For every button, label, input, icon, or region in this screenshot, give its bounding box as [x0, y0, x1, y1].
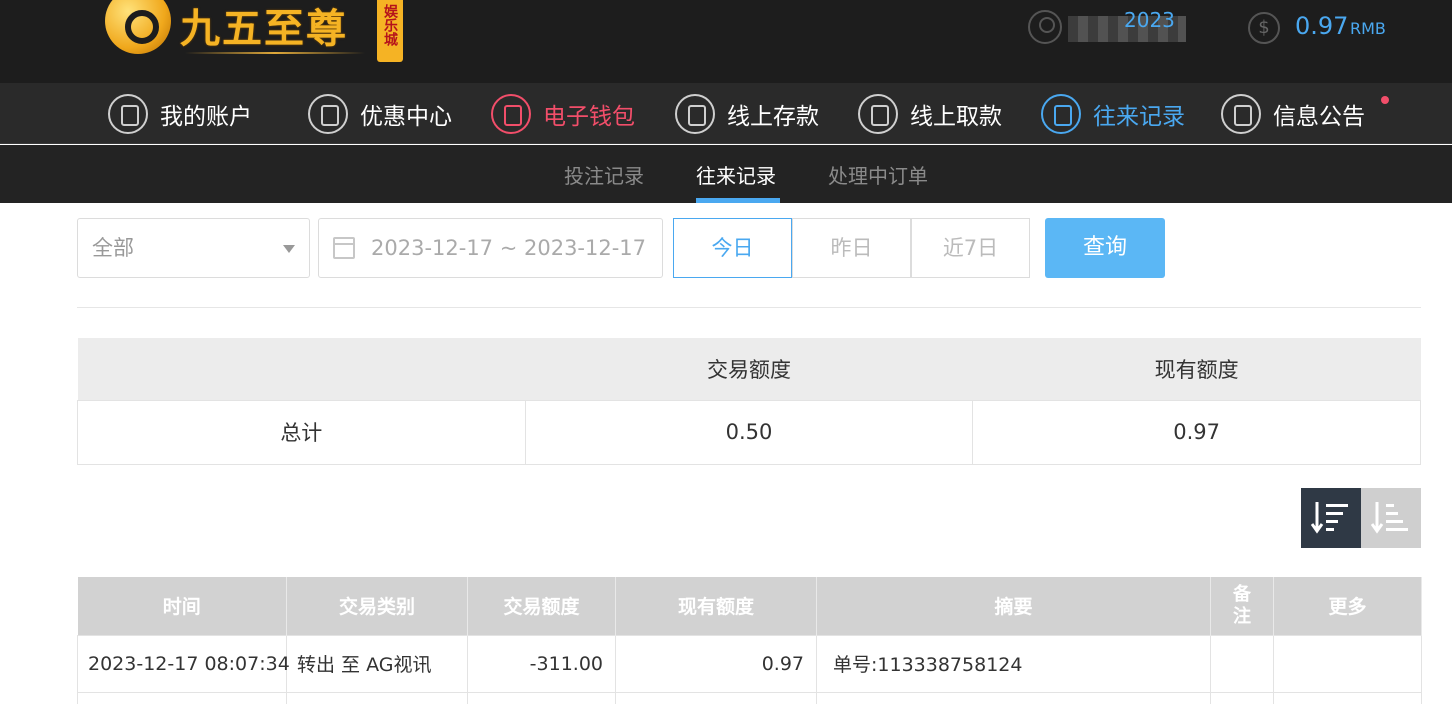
cell-empty — [77, 691, 287, 704]
summary-header — [77, 338, 526, 400]
date-range-input[interactable]: 2023-12-17 ~ 2023-12-17 — [318, 218, 663, 278]
cell-more[interactable] — [1273, 634, 1422, 693]
cell-amount: -311.00 — [467, 634, 616, 693]
site-logo[interactable]: 九五至尊 娱乐城 — [105, 0, 405, 66]
nav-deposit[interactable]: 线上存款 — [675, 92, 819, 136]
summary-header: 现有额度 — [972, 338, 1421, 400]
user-avatar-icon — [1028, 10, 1062, 44]
balance-value: 0.97 — [1295, 12, 1349, 40]
summary-row: 总计 0.50 0.97 — [77, 399, 1421, 465]
logo-text: 九五至尊 — [180, 5, 348, 52]
yesterday-button[interactable]: 昨日 — [792, 218, 911, 278]
calendar-icon — [333, 237, 355, 259]
nav-promotions[interactable]: 优惠中心 — [308, 92, 452, 136]
nav-label: 往来记录 — [1093, 104, 1185, 130]
main-nav: 我的账户 优惠中心 电子钱包 线上存款 线上取款 往来记录 信息公告 — [0, 83, 1452, 144]
withdraw-icon — [858, 94, 898, 134]
records-header-row: 时间 交易类别 交易额度 现有额度 摘要 备注 更多 — [77, 577, 1422, 635]
active-tab-indicator — [696, 198, 780, 203]
col-time[interactable]: 时间 — [77, 577, 287, 635]
logo-tag: 娱乐城 — [377, 0, 403, 62]
date-range-value: 2023-12-17 ~ 2023-12-17 — [371, 236, 647, 260]
username-text: 2023 — [1124, 8, 1175, 32]
deposit-icon — [675, 94, 715, 134]
cell-type: 转出 至 AG视讯 — [286, 634, 468, 693]
cell-time: 2023-12-17 08:07:34 — [77, 634, 290, 693]
tab-transaction-records[interactable]: 往来记录 — [696, 160, 776, 189]
user-icon — [108, 94, 148, 134]
last-7-days-button[interactable]: 近7日 — [911, 218, 1030, 278]
table-row[interactable]: 2023-12-17 08:07:34 转出 至 AG视讯 -311.00 0.… — [77, 634, 1422, 693]
chevron-down-icon — [283, 245, 295, 253]
type-select-value: 全部 — [92, 236, 134, 260]
cell-empty — [1210, 691, 1274, 704]
nav-e-wallet[interactable]: 电子钱包 — [491, 92, 635, 136]
divider — [77, 307, 1421, 308]
top-header: 九五至尊 娱乐城 2023 $ 0.97 RMB — [0, 0, 1452, 83]
bell-icon — [1221, 94, 1261, 134]
search-button[interactable]: 查询 — [1045, 218, 1165, 278]
summary-header: 交易额度 — [525, 338, 973, 400]
nav-announcements[interactable]: 信息公告 — [1221, 92, 1365, 136]
summary-header-row: 交易额度 现有额度 — [77, 338, 1421, 400]
tab-bet-records[interactable]: 投注记录 — [564, 160, 644, 189]
cell-empty — [816, 691, 1211, 704]
dollar-icon: $ — [1248, 12, 1280, 44]
balance-currency: RMB — [1350, 19, 1386, 38]
nav-records[interactable]: 往来记录 — [1041, 92, 1185, 136]
cell-empty — [1273, 691, 1422, 704]
nav-label: 线上取款 — [910, 104, 1002, 130]
cell-balance: 0.97 — [615, 634, 817, 693]
sub-nav: 投注记录 往来记录 处理中订单 — [0, 145, 1452, 203]
nav-label: 电子钱包 — [543, 104, 635, 130]
logo-ornament — [185, 52, 365, 54]
table-row[interactable] — [77, 691, 1422, 704]
notification-dot — [1381, 96, 1389, 104]
sort-desc-icon — [1311, 502, 1348, 534]
summary-label: 总计 — [77, 399, 526, 465]
tab-pending-orders[interactable]: 处理中订单 — [828, 160, 928, 189]
nav-label: 优惠中心 — [360, 104, 452, 130]
col-summary[interactable]: 摘要 — [816, 577, 1211, 635]
sort-desc-button[interactable] — [1301, 488, 1361, 548]
cell-note — [1210, 634, 1274, 693]
summary-current-balance: 0.97 — [972, 399, 1421, 465]
col-amount[interactable]: 交易额度 — [467, 577, 616, 635]
records-icon — [1041, 94, 1081, 134]
col-more[interactable]: 更多 — [1273, 577, 1422, 635]
nav-withdraw[interactable]: 线上取款 — [858, 92, 1002, 136]
records-table: 时间 交易类别 交易额度 现有额度 摘要 备注 更多 2023-12-17 08… — [77, 577, 1422, 704]
username-masked: 2023 — [1068, 8, 1186, 42]
logo-emblem-icon — [105, 0, 171, 54]
summary-transaction-amount: 0.50 — [524, 399, 974, 465]
gift-icon — [308, 94, 348, 134]
col-type[interactable]: 交易类别 — [286, 577, 468, 635]
nav-label: 我的账户 — [160, 104, 252, 130]
cell-empty — [615, 691, 817, 704]
cell-empty — [286, 691, 468, 704]
today-button[interactable]: 今日 — [673, 218, 792, 278]
summary-table: 交易额度 现有额度 总计 0.50 0.97 — [77, 338, 1421, 465]
nav-label: 线上存款 — [727, 104, 819, 130]
col-balance[interactable]: 现有额度 — [615, 577, 817, 635]
wallet-icon — [491, 94, 531, 134]
cell-summary: 单号:113338758124 — [816, 634, 1211, 693]
nav-my-account[interactable]: 我的账户 — [108, 92, 252, 136]
type-select[interactable]: 全部 — [77, 218, 310, 278]
nav-label: 信息公告 — [1273, 104, 1365, 130]
sort-asc-icon — [1371, 502, 1408, 534]
sort-asc-button[interactable] — [1361, 488, 1421, 548]
cell-empty — [467, 691, 616, 704]
col-note[interactable]: 备注 — [1210, 577, 1274, 635]
